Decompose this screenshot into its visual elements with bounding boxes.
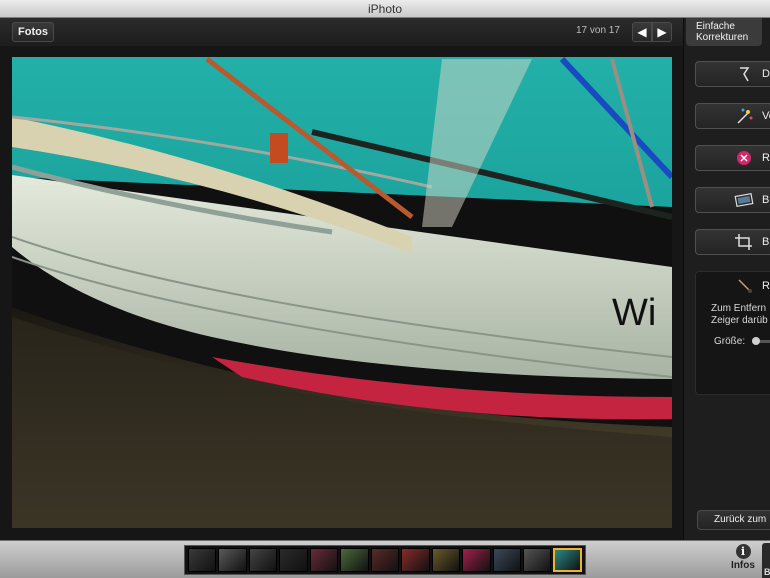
edit-button-label: B — [764, 567, 770, 577]
filmstrip-thumbnail[interactable] — [309, 548, 339, 572]
photo-viewer: Wi — [0, 46, 683, 540]
red-eye-button[interactable]: R — [695, 145, 770, 171]
svg-text:Wi: Wi — [612, 292, 656, 334]
rotate-button-label: D — [762, 68, 770, 80]
filmstrip-thumbnail[interactable] — [218, 548, 247, 572]
brush-size-slider-knob[interactable] — [752, 337, 760, 345]
brush-size-label: Größe: — [714, 336, 746, 347]
red-eye-icon — [737, 151, 751, 165]
crop-button-label: B — [762, 236, 770, 248]
back-to-tools-button[interactable]: Zurück zum — [697, 510, 770, 530]
enhance-button[interactable]: Ve — [695, 103, 770, 129]
filmstrip-thumbnail[interactable] — [462, 548, 491, 572]
filmstrip-thumbnail[interactable] — [248, 548, 278, 572]
retouch-label[interactable]: R — [762, 280, 770, 292]
bottom-bar: i Infos B — [0, 540, 770, 578]
edit-button[interactable]: B — [762, 543, 770, 578]
info-button-label: Infos — [731, 560, 755, 571]
filmstrip-thumbnail[interactable] — [492, 548, 521, 572]
filmstrip-thumbnail[interactable] — [370, 548, 400, 572]
enhance-button-label: Ve — [762, 110, 770, 122]
straighten-button-label: B — [762, 194, 770, 206]
filmstrip-thumbnail[interactable] — [279, 548, 308, 572]
info-icon: i — [735, 544, 751, 559]
filmstrip-thumbnail[interactable] — [340, 548, 369, 572]
retouch-help-line1: Zum Entfern — [711, 303, 767, 314]
rotate-icon — [740, 67, 750, 82]
brush-icon — [738, 279, 752, 293]
previous-photo-button[interactable]: ◀ — [632, 22, 652, 42]
filmstrip-thumbnail[interactable] — [553, 548, 582, 572]
main-photo[interactable]: Wi — [12, 57, 672, 528]
straighten-icon — [734, 192, 754, 208]
retouch-section: R Zum Entfern Zeiger darüb Größe: — [695, 271, 770, 395]
retouch-help-line2: Zeiger darüb — [711, 315, 768, 326]
photo-counter: 17 von 17 — [576, 25, 620, 36]
window-title: iPhoto — [367, 2, 403, 16]
magic-wand-icon — [737, 108, 753, 124]
next-photo-button[interactable]: ▶ — [652, 22, 672, 42]
window-title-bar: iPhoto — [0, 0, 770, 18]
crop-icon — [735, 234, 752, 250]
back-to-photos-button[interactable]: Fotos — [12, 22, 54, 42]
filmstrip-thumbnail[interactable] — [431, 548, 461, 572]
filmstrip-thumbnail[interactable] — [188, 548, 217, 572]
straighten-button[interactable]: B — [695, 187, 770, 213]
arrow-left-icon: ◀ — [637, 25, 647, 39]
arrow-right-icon: ▶ — [657, 25, 667, 39]
top-toolbar: Fotos 17 von 17 ◀ ▶ — [0, 18, 683, 46]
filmstrip-thumbnail[interactable] — [401, 548, 430, 572]
adjustments-panel: Einfache Korrekturen D Ve R B — [683, 18, 770, 540]
thumbnail-filmstrip[interactable] — [184, 545, 586, 575]
retouch-help-text: Zum Entfern Zeiger darüb — [711, 303, 768, 327]
filmstrip-thumbnail[interactable] — [522, 548, 552, 572]
tab-label-line2: Korrekturen — [696, 32, 749, 43]
tab-label-line1: Einfache — [696, 21, 735, 32]
crop-button[interactable]: B — [695, 229, 770, 255]
tab-quick-fixes[interactable]: Einfache Korrekturen — [686, 18, 762, 46]
rotate-button[interactable]: D — [695, 61, 770, 87]
red-eye-button-label: R — [762, 152, 770, 164]
info-button[interactable]: i Infos — [728, 544, 758, 571]
